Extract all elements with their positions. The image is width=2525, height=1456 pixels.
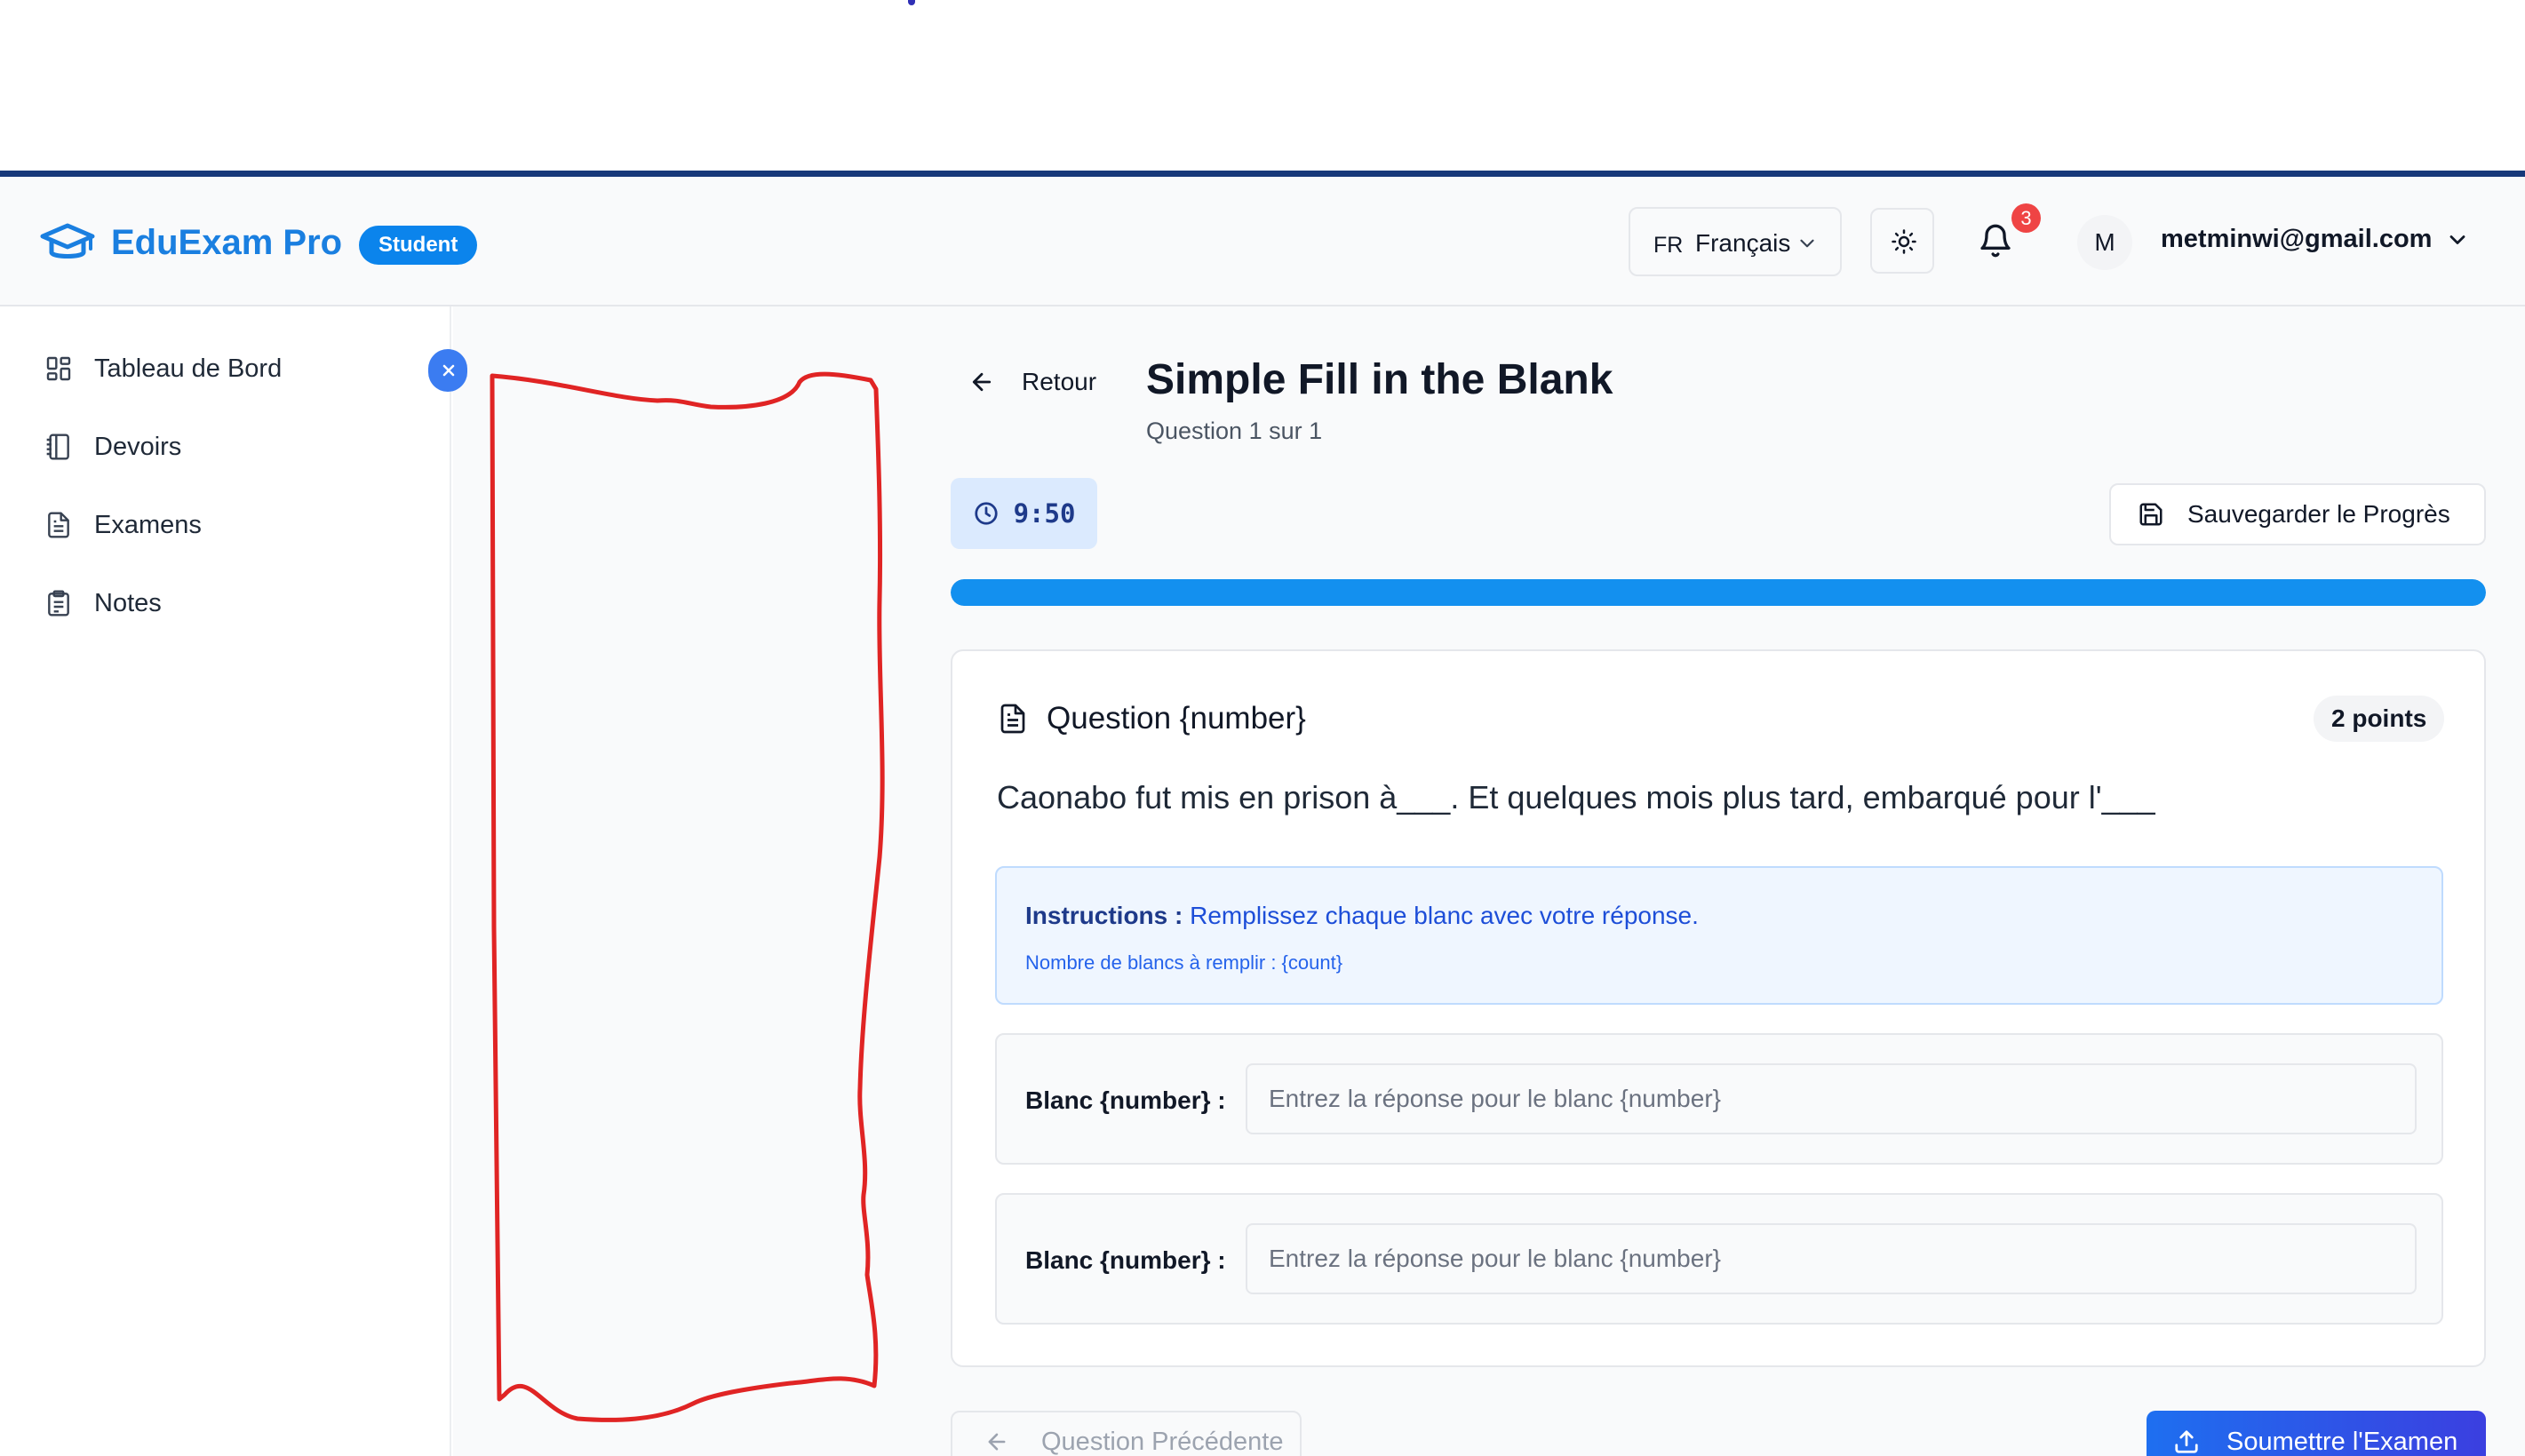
top-blank-area xyxy=(0,0,2525,171)
clipboard-icon xyxy=(44,589,73,617)
instructions-box: Instructions : Remplissez chaque blanc a… xyxy=(995,866,2443,1005)
arrow-left-icon xyxy=(984,1429,1009,1454)
sidebar-item-label: Notes xyxy=(94,588,162,617)
question-progress-text: Question 1 sur 1 xyxy=(1146,418,1323,444)
notebook-icon xyxy=(44,433,73,461)
question-card: Question {number} 2 points Caonabo fut m… xyxy=(951,649,2486,1367)
app-logo-text[interactable]: EduExam Pro xyxy=(111,221,342,264)
instructions-line: Instructions : Remplissez chaque blanc a… xyxy=(1025,902,1699,930)
submit-exam-button[interactable]: Soumettre l'Examen xyxy=(2147,1411,2486,1456)
avatar[interactable]: M xyxy=(2077,215,2132,270)
language-selector[interactable]: FR Français xyxy=(1629,207,1842,276)
graduation-cap-icon xyxy=(39,222,96,263)
back-label: Retour xyxy=(1022,368,1097,395)
document-icon xyxy=(997,703,1029,735)
bell-icon[interactable] xyxy=(1978,223,2013,259)
previous-question-button[interactable]: Question Précédente xyxy=(951,1411,1302,1456)
chevron-down-icon xyxy=(1796,232,1819,255)
top-divider xyxy=(0,171,2525,177)
back-button[interactable]: Retour xyxy=(968,360,1096,404)
points-badge: 2 points xyxy=(2314,696,2445,742)
red-annotation-outline xyxy=(490,371,885,1422)
app-header: EduExam Pro Student FR Français 3 M metm… xyxy=(0,177,2525,306)
exam-progress-bar xyxy=(951,579,2486,606)
sidebar-item-label: Examens xyxy=(94,510,202,539)
sidebar-collapse-button[interactable] xyxy=(428,349,467,392)
blank-row: Blanc {number} : xyxy=(995,1033,2443,1165)
save-progress-label: Sauvegarder le Progrès xyxy=(2187,500,2450,528)
save-progress-button[interactable]: Sauvegarder le Progrès xyxy=(2109,483,2486,545)
timer-value: 9:50 xyxy=(1013,498,1076,529)
user-email[interactable]: metminwi@gmail.com xyxy=(2161,225,2432,254)
chevron-down-icon[interactable] xyxy=(2445,227,2470,252)
save-icon xyxy=(2138,501,2164,528)
dashboard-icon xyxy=(44,354,73,383)
blank-answer-input[interactable] xyxy=(1246,1223,2417,1294)
sidebar-item-label: Tableau de Bord xyxy=(94,354,283,383)
exam-timer: 9:50 xyxy=(951,478,1097,549)
question-text: Caonabo fut mis en prison à___. Et quelq… xyxy=(997,779,2155,816)
arrow-left-icon xyxy=(968,369,995,395)
question-heading: Question {number} xyxy=(1047,701,1306,736)
instructions-label: Instructions : xyxy=(1025,902,1183,929)
instructions-text: Remplissez chaque blanc avec votre répon… xyxy=(1190,902,1699,929)
page-title: Simple Fill in the Blank xyxy=(1146,356,1613,403)
sidebar-item-grades[interactable]: Notes xyxy=(44,582,162,625)
language-name: Français xyxy=(1695,229,1791,257)
language-code: FR xyxy=(1653,233,1684,258)
notification-count-badge: 3 xyxy=(2011,203,2041,233)
sidebar-item-dashboard[interactable]: Tableau de Bord xyxy=(44,347,282,390)
progress-fill xyxy=(951,579,2486,606)
upload-icon xyxy=(2173,1428,2200,1455)
role-badge: Student xyxy=(359,226,478,265)
theme-toggle-button[interactable] xyxy=(1870,208,1934,274)
clock-icon xyxy=(973,500,1000,527)
sidebar-item-label: Devoirs xyxy=(94,432,182,461)
previous-question-label: Question Précédente xyxy=(1041,1427,1284,1456)
submit-exam-label: Soumettre l'Examen xyxy=(2226,1427,2458,1456)
blank-count-text: Nombre de blancs à remplir : {count} xyxy=(1025,951,1343,974)
sidebar-item-homework[interactable]: Devoirs xyxy=(44,426,181,468)
document-icon xyxy=(44,511,73,539)
blank-row: Blanc {number} : xyxy=(995,1193,2443,1325)
sidebar-item-exams[interactable]: Examens xyxy=(44,504,202,546)
blank-label: Blanc {number} : xyxy=(1025,1086,1226,1114)
blank-label: Blanc {number} : xyxy=(1025,1246,1226,1274)
blank-answer-input[interactable] xyxy=(1246,1063,2417,1134)
question-header: Question {number} xyxy=(997,701,1306,736)
sidebar: Tableau de Bord Devoirs Examens Notes xyxy=(0,306,451,1456)
